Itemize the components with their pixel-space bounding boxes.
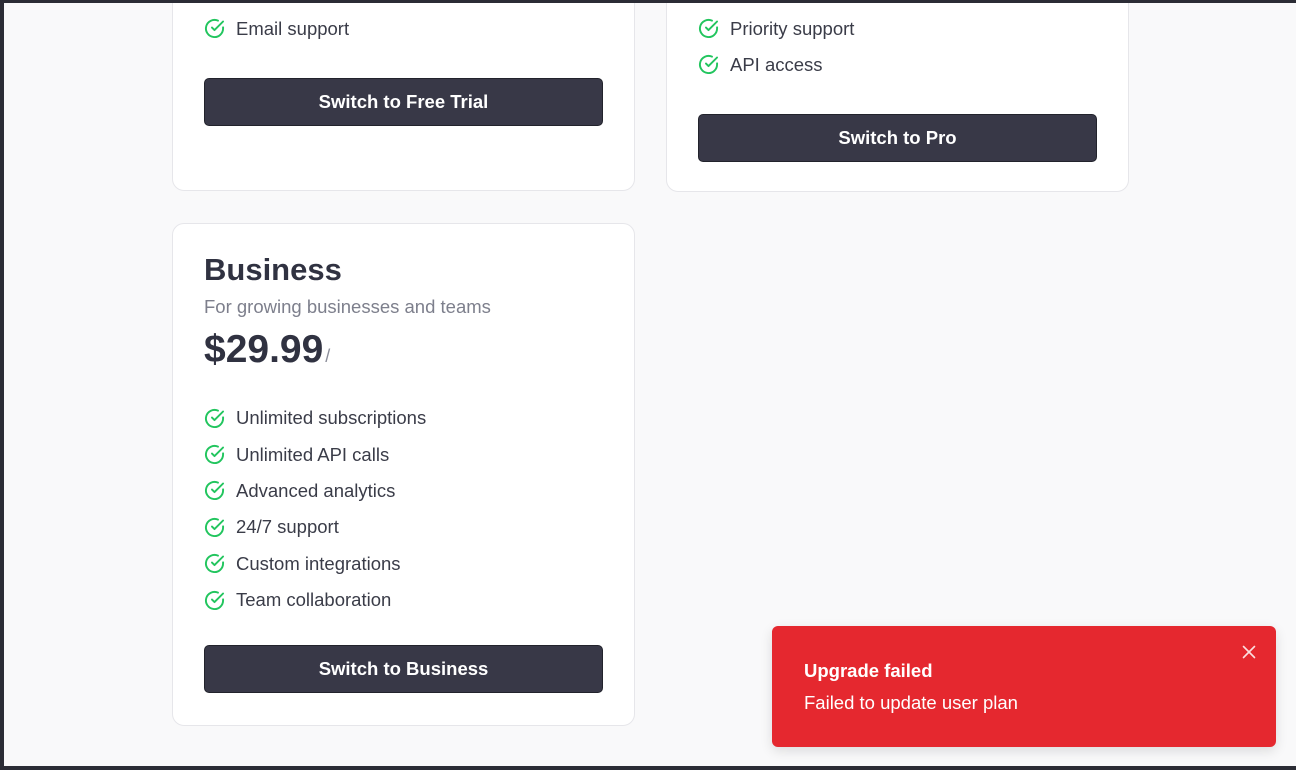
switch-to-business-button[interactable]: Switch to Business (204, 645, 603, 693)
plan-card-business: Business For growing businesses and team… (172, 223, 635, 726)
error-toast: Upgrade failed Failed to update user pla… (772, 626, 1276, 747)
page-viewport: Email support Switch to Free Trial Prior… (4, 3, 1296, 766)
check-circle-icon (204, 517, 225, 538)
feature-text: Email support (236, 17, 350, 39)
plan-card-pro: Priority support API access Switch to Pr… (666, 3, 1129, 192)
feature-item: 24/7 support (204, 509, 426, 545)
feature-text: Advanced analytics (236, 479, 396, 501)
feature-text: Unlimited subscriptions (236, 407, 427, 429)
feature-item: Unlimited subscriptions (204, 400, 426, 436)
feature-item: Advanced analytics (204, 473, 426, 509)
feature-item: Email support (204, 10, 349, 46)
check-circle-icon (204, 590, 225, 611)
check-circle-icon (204, 553, 225, 574)
feature-item: Custom integrations (204, 546, 426, 582)
close-icon[interactable] (1240, 643, 1258, 661)
check-circle-icon (698, 54, 719, 75)
toast-message: Failed to update user plan (804, 692, 1018, 713)
feature-text: Team collaboration (236, 589, 392, 611)
feature-list: Email support (204, 3, 349, 47)
feature-item: Team collaboration (204, 582, 426, 618)
price-period-separator: / (325, 346, 331, 366)
feature-item (698, 3, 854, 10)
feature-text: API access (730, 53, 823, 75)
switch-to-pro-button[interactable]: Switch to Pro (698, 114, 1097, 162)
check-circle-icon (698, 18, 719, 39)
feature-item (204, 3, 349, 10)
check-circle-icon (204, 408, 225, 429)
feature-text: 24/7 support (236, 516, 339, 538)
feature-item: Priority support (698, 10, 854, 46)
feature-list: Unlimited subscriptions Unlimited API ca… (204, 400, 426, 618)
switch-to-free-trial-button[interactable]: Switch to Free Trial (204, 78, 603, 126)
feature-text: Priority support (730, 17, 855, 39)
feature-item: Unlimited API calls (204, 436, 426, 472)
feature-item: API access (698, 47, 854, 83)
plan-description: For growing businesses and teams (204, 296, 491, 317)
plan-name: Business (204, 252, 342, 287)
feature-text: Custom integrations (236, 552, 401, 574)
plan-card-free-trial: Email support Switch to Free Trial (172, 3, 635, 191)
check-circle-icon (204, 480, 225, 501)
check-circle-icon (204, 18, 225, 39)
check-circle-icon (204, 444, 225, 465)
feature-list: Priority support API access (698, 3, 854, 83)
plan-price: $29.99 / (204, 328, 330, 372)
toast-title: Upgrade failed (804, 660, 933, 681)
price-amount: $29.99 (204, 328, 324, 371)
feature-text: Unlimited API calls (236, 443, 390, 465)
